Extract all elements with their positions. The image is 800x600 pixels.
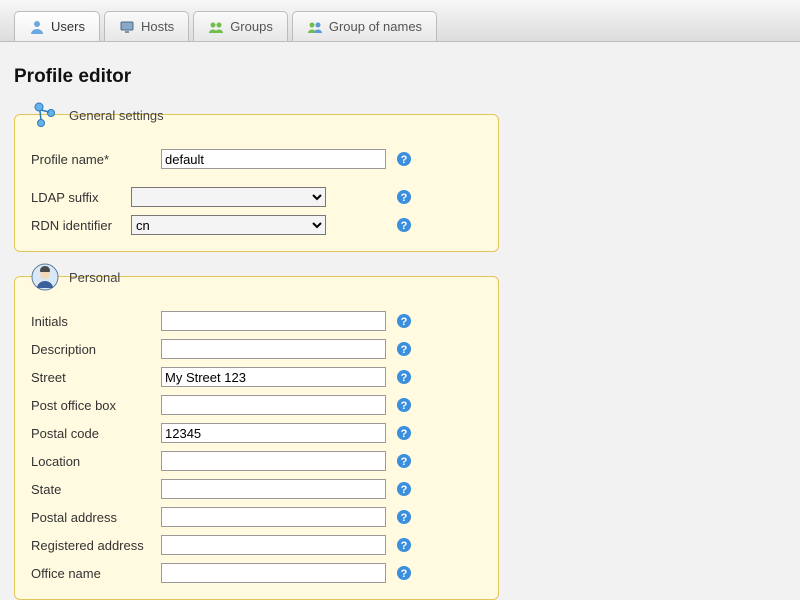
svg-text:?: ? [401,154,408,166]
svg-text:?: ? [401,192,408,204]
ldap-suffix-label: LDAP suffix [31,190,131,205]
state-input[interactable] [161,479,386,499]
rdn-identifier-label: RDN identifier [31,218,131,233]
svg-text:?: ? [401,540,408,552]
help-icon[interactable]: ? [396,537,412,553]
po-box-label: Post office box [31,398,161,413]
profile-name-input[interactable] [161,149,386,169]
svg-text:?: ? [401,512,408,524]
tab-hosts[interactable]: Hosts [104,11,189,41]
personal-box: Personal Initials ? Description ? Street… [14,276,499,600]
state-label: State [31,482,161,497]
ldap-suffix-select[interactable] [131,187,326,207]
page-title: Profile editor [14,66,786,88]
general-settings-box: General settings Profile name* ? LDAP su… [14,114,499,252]
help-icon[interactable]: ? [396,151,412,167]
office-name-input[interactable] [161,563,386,583]
help-icon[interactable]: ? [396,369,412,385]
svg-text:?: ? [401,344,408,356]
svg-text:?: ? [401,456,408,468]
help-icon[interactable]: ? [396,397,412,413]
postal-address-label: Postal address [31,510,161,525]
tab-group-of-names[interactable]: Group of names [292,11,437,41]
tab-users[interactable]: Users [14,11,100,41]
svg-text:?: ? [401,428,408,440]
registered-address-label: Registered address [31,538,161,553]
user-icon [29,19,45,35]
legend-text: Personal [69,270,120,285]
content-area: Profile editor General settings Profile … [0,42,800,600]
registered-address-input[interactable] [161,535,386,555]
rdn-identifier-select[interactable]: cn [131,215,326,235]
initials-label: Initials [31,314,161,329]
tab-label: Group of names [329,19,422,34]
svg-text:?: ? [401,568,408,580]
help-icon[interactable]: ? [396,341,412,357]
street-label: Street [31,370,161,385]
tab-groups[interactable]: Groups [193,11,288,41]
help-icon[interactable]: ? [396,481,412,497]
profile-name-label: Profile name* [31,152,161,167]
help-icon[interactable]: ? [396,565,412,581]
group-names-icon [307,19,323,35]
svg-text:?: ? [401,400,408,412]
help-icon[interactable]: ? [396,313,412,329]
po-box-input[interactable] [161,395,386,415]
office-name-label: Office name [31,566,161,581]
personal-legend: Personal [25,261,124,293]
description-input[interactable] [161,339,386,359]
svg-text:?: ? [401,372,408,384]
postal-code-input[interactable] [161,423,386,443]
legend-text: General settings [69,108,164,123]
tab-label: Users [51,19,85,34]
tree-icon [29,99,61,131]
help-icon[interactable]: ? [396,509,412,525]
street-input[interactable] [161,367,386,387]
tab-label: Groups [230,19,273,34]
svg-text:?: ? [401,484,408,496]
tab-label: Hosts [141,19,174,34]
general-settings-legend: General settings [25,99,168,131]
svg-text:?: ? [401,220,408,232]
initials-input[interactable] [161,311,386,331]
tab-bar: Users Hosts Groups Group of names [0,0,800,42]
group-icon [208,19,224,35]
help-icon[interactable]: ? [396,425,412,441]
svg-text:?: ? [401,316,408,328]
person-icon [29,261,61,293]
help-icon[interactable]: ? [396,453,412,469]
help-icon[interactable]: ? [396,217,412,233]
postal-address-input[interactable] [161,507,386,527]
postal-code-label: Postal code [31,426,161,441]
location-label: Location [31,454,161,469]
description-label: Description [31,342,161,357]
monitor-icon [119,19,135,35]
help-icon[interactable]: ? [396,189,412,205]
location-input[interactable] [161,451,386,471]
